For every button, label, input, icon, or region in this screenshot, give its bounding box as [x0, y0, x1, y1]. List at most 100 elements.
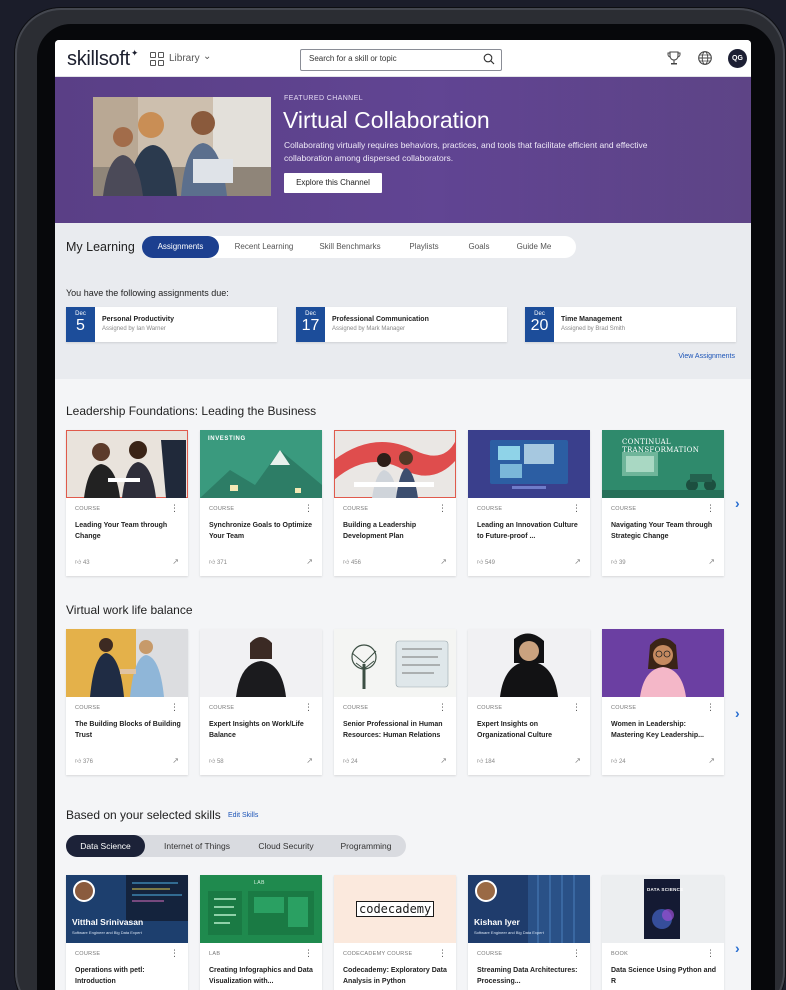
likes-count[interactable]: 👍︎ 24 — [343, 757, 358, 765]
course-title[interactable]: Codecademy: Exploratory Data Analysis in… — [343, 965, 451, 987]
likes-count[interactable]: 👍︎ 376 — [75, 757, 93, 765]
course-title[interactable]: Creating Infographics and Data Visualiza… — [209, 965, 317, 987]
globe-icon[interactable] — [697, 50, 713, 66]
chevron-right-icon[interactable]: › — [735, 940, 740, 956]
content-type: LAB — [209, 951, 221, 957]
share-icon[interactable]: ↗ — [172, 756, 179, 765]
course-card[interactable]: DATA SCIENCE BOOK ⋮ Data Science Using P… — [602, 875, 724, 990]
likes-count[interactable]: 👍︎ 39 — [611, 558, 626, 566]
search-input[interactable] — [309, 54, 479, 63]
tab-guide-me[interactable]: Guide Me — [506, 236, 562, 258]
assignment-card[interactable]: Dec 17 Professional Communication Assigne… — [296, 307, 507, 342]
more-options-icon[interactable]: ⋮ — [572, 504, 581, 513]
tab-programming[interactable]: Programming — [328, 835, 404, 857]
chevron-down-icon[interactable]: ⌄ — [203, 51, 211, 62]
share-icon[interactable]: ↗ — [172, 557, 179, 566]
course-title[interactable]: Data Science Using Python and R — [611, 965, 719, 987]
course-card[interactable]: COURSE ⋮ Senior Professional in Human Re… — [334, 629, 456, 775]
course-title[interactable]: Leading Your Team through Change — [75, 520, 183, 542]
share-icon[interactable]: ↗ — [306, 557, 313, 566]
more-options-icon[interactable]: ⋮ — [706, 703, 715, 712]
tab-goals[interactable]: Goals — [457, 236, 501, 258]
course-title[interactable]: Senior Professional in Human Resources: … — [343, 719, 451, 741]
more-options-icon[interactable]: ⋮ — [438, 504, 447, 513]
more-options-icon[interactable]: ⋮ — [170, 949, 179, 958]
assignment-card[interactable]: Dec 5 Personal Productivity Assigned by I… — [66, 307, 277, 342]
more-options-icon[interactable]: ⋮ — [572, 949, 581, 958]
course-card[interactable]: Vitthal Srinivasan Software Engineer and … — [66, 875, 188, 990]
course-card[interactable]: COURSE ⋮ Expert Insights on Organization… — [468, 629, 590, 775]
likes-count[interactable]: 👍︎ 371 — [209, 558, 227, 566]
share-icon[interactable]: ↗ — [574, 557, 581, 566]
course-thumbnail — [468, 430, 590, 498]
share-icon[interactable]: ↗ — [440, 756, 447, 765]
more-options-icon[interactable]: ⋮ — [170, 703, 179, 712]
tab-internet-of-things[interactable]: Internet of Things — [152, 835, 242, 857]
course-card[interactable]: LAB LAB ⋮ Creating Infographics and Data… — [200, 875, 322, 990]
likes-count[interactable]: 👍︎ 43 — [75, 558, 90, 566]
tab-data-science[interactable]: Data Science — [66, 835, 145, 857]
course-card[interactable]: Kishan Iyer Software Engineer and Big Dat… — [468, 875, 590, 990]
chevron-right-icon[interactable]: › — [735, 495, 740, 511]
trophy-icon[interactable] — [666, 50, 682, 66]
course-title[interactable]: Synchronize Goals to Optimize Your Team — [209, 520, 317, 542]
library-menu[interactable]: Library — [169, 53, 200, 64]
library-grid-icon[interactable] — [150, 52, 164, 66]
more-options-icon[interactable]: ⋮ — [304, 949, 313, 958]
more-options-icon[interactable]: ⋮ — [438, 703, 447, 712]
tab-cloud-security[interactable]: Cloud Security — [248, 835, 324, 857]
course-card[interactable]: COURSE ⋮ Leading Your Team through Chang… — [66, 430, 188, 576]
more-options-icon[interactable]: ⋮ — [304, 504, 313, 513]
course-card[interactable]: INVESTING COURSE ⋮ Synchronize Goals to … — [200, 430, 322, 576]
content-type: COURSE — [209, 705, 235, 711]
skillsoft-logo[interactable]: skillsoft✦ — [67, 48, 138, 71]
search-icon[interactable] — [483, 53, 495, 65]
search-box[interactable] — [300, 49, 502, 71]
tab-recent-learning[interactable]: Recent Learning — [224, 236, 304, 258]
likes-count[interactable]: 👍︎ 549 — [477, 558, 495, 566]
more-options-icon[interactable]: ⋮ — [572, 703, 581, 712]
course-title[interactable]: Streaming Data Architectures: Processing… — [477, 965, 585, 987]
course-title[interactable]: Expert Insights on Organizational Cultur… — [477, 719, 585, 741]
likes-count[interactable]: 👍︎ 24 — [611, 757, 626, 765]
more-options-icon[interactable]: ⋮ — [438, 949, 447, 958]
course-card[interactable]: COURSE ⋮ The Building Blocks of Building… — [66, 629, 188, 775]
course-card[interactable]: COURSE ⋮ Women in Leadership: Mastering … — [602, 629, 724, 775]
share-icon[interactable]: ↗ — [708, 557, 715, 566]
more-options-icon[interactable]: ⋮ — [706, 504, 715, 513]
share-icon[interactable]: ↗ — [708, 756, 715, 765]
course-title[interactable]: Expert Insights on Work/Life Balance — [209, 719, 317, 741]
course-card[interactable]: codecademy CODECADEMY COURSE ⋮ Codecadem… — [334, 875, 456, 990]
share-icon[interactable]: ↗ — [306, 756, 313, 765]
likes-count[interactable]: 👍︎ 456 — [343, 558, 361, 566]
course-card[interactable]: COURSE ⋮ Expert Insights on Work/Life Ba… — [200, 629, 322, 775]
course-title[interactable]: Women in Leadership: Mastering Key Leade… — [611, 719, 719, 741]
user-avatar[interactable]: QG — [728, 49, 747, 68]
tab-skill-benchmarks[interactable]: Skill Benchmarks — [309, 236, 391, 258]
course-card[interactable]: CONTINUAL TRANSFORMATION COURSE ⋮ Naviga… — [602, 430, 724, 576]
course-title[interactable]: Leading an Innovation Culture to Future-… — [477, 520, 585, 542]
edit-skills-link[interactable]: Edit Skills — [228, 812, 258, 819]
likes-count[interactable]: 👍︎ 184 — [477, 757, 495, 765]
thumbs-up-icon: 👍︎ — [209, 759, 216, 765]
course-title[interactable]: Navigating Your Team through Strategic C… — [611, 520, 719, 542]
row-title: Leadership Foundations: Leading the Busi… — [66, 404, 317, 418]
course-title[interactable]: The Building Blocks of Building Trust — [75, 719, 183, 741]
course-title[interactable]: Building a Leadership Development Plan — [343, 520, 451, 542]
tab-playlists[interactable]: Playlists — [396, 236, 452, 258]
chevron-right-icon[interactable]: › — [735, 705, 740, 721]
course-card[interactable]: COURSE ⋮ Building a Leadership Developme… — [334, 430, 456, 576]
assignment-card[interactable]: Dec 20 Time Management Assigned by Brad S… — [525, 307, 736, 342]
view-assignments-link[interactable]: View Assignments — [678, 353, 735, 360]
share-icon[interactable]: ↗ — [574, 756, 581, 765]
share-icon[interactable]: ↗ — [440, 557, 447, 566]
more-options-icon[interactable]: ⋮ — [706, 949, 715, 958]
more-options-icon[interactable]: ⋮ — [304, 703, 313, 712]
course-title[interactable]: Operations with petl: Introduction — [75, 965, 183, 987]
explore-channel-button[interactable]: Explore this Channel — [284, 173, 382, 193]
course-card[interactable]: COURSE ⋮ Leading an Innovation Culture t… — [468, 430, 590, 576]
content-type: COURSE — [477, 705, 503, 711]
likes-count[interactable]: 👍︎ 58 — [209, 757, 224, 765]
more-options-icon[interactable]: ⋮ — [170, 504, 179, 513]
tab-assignments[interactable]: Assignments — [142, 236, 219, 258]
